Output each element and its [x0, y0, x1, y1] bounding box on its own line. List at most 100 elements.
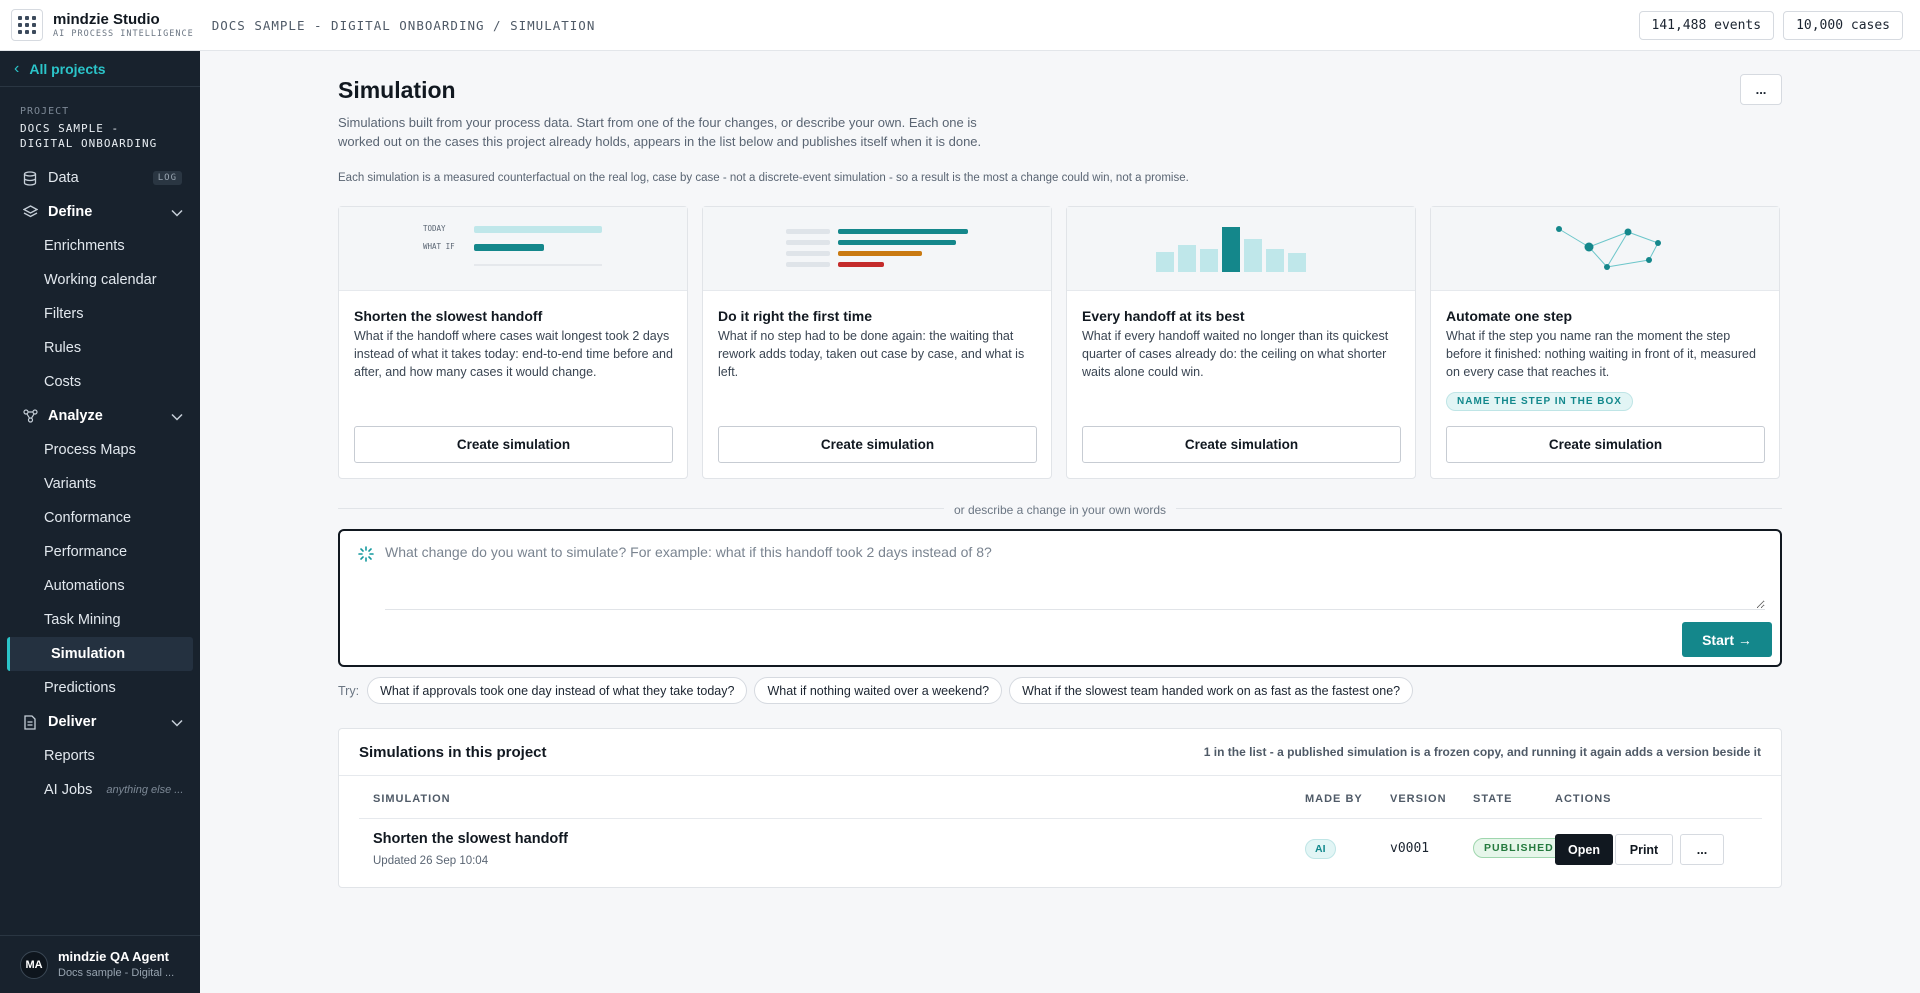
sidebar-item-data[interactable]: Data LOG	[0, 161, 200, 195]
sidebar-item-label: Data	[48, 170, 79, 186]
chevron-down-icon	[171, 205, 183, 220]
sidebar-section-define[interactable]: Define	[0, 195, 200, 229]
database-icon	[22, 170, 38, 186]
breadcrumb: DOCS SAMPLE - DIGITAL ONBOARDING / SIMUL…	[211, 17, 596, 33]
cases-count: 10,000 cases	[1783, 11, 1903, 40]
document-icon	[22, 714, 38, 730]
ai-jobs-hint: anything else ...	[106, 784, 184, 796]
sidebar-item-task-mining[interactable]: Task Mining	[0, 603, 200, 637]
sidebar-item-label: AI Jobs	[44, 782, 93, 798]
top-bar: mindzie Studio AI PROCESS INTELLIGENCE D…	[0, 0, 1920, 51]
chevron-down-icon	[171, 715, 183, 730]
card-description: What if the step you name ran the moment…	[1446, 329, 1756, 379]
all-projects-link[interactable]: ‹ All projects	[0, 51, 200, 87]
sidebar-item-simulation[interactable]: Simulation	[7, 637, 193, 671]
sidebar-section-analyze[interactable]: Analyze	[0, 399, 200, 433]
table-row[interactable]: Shorten the slowest handoff Updated 26 S…	[359, 819, 1762, 879]
sidebar-item-costs[interactable]: Costs	[0, 365, 200, 399]
sidebar-section-deliver[interactable]: Deliver	[0, 705, 200, 739]
app-launcher-button[interactable]	[11, 9, 43, 41]
status-badge: PUBLISHED	[1473, 838, 1565, 858]
try-label: Try:	[338, 683, 360, 698]
suggestion-chip[interactable]: What if nothing waited over a weekend?	[754, 677, 1003, 704]
main-area: Simulation ... Simulations built from yo…	[200, 51, 1920, 993]
project-label: PROJECT	[20, 106, 70, 117]
sidebar-item-enrichments[interactable]: Enrichments	[0, 229, 200, 263]
sidebar-item-ai-jobs[interactable]: AI Jobs anything else ...	[0, 773, 200, 807]
page-title: Simulation	[338, 77, 456, 103]
card-description: What if every handoff waited no longer t…	[1082, 329, 1389, 379]
chevron-down-icon	[171, 409, 183, 424]
brand-name: mindzie Studio	[53, 10, 160, 28]
create-simulation-button[interactable]: Create simulation	[1082, 426, 1401, 463]
chevron-left-icon: ‹	[14, 59, 20, 77]
sidebar-item-reports[interactable]: Reports	[0, 739, 200, 773]
suggestion-chip[interactable]: What if approvals took one day instead o…	[367, 677, 748, 704]
user-profile[interactable]: MA mindzie QA Agent Docs sample - Digita…	[0, 935, 200, 993]
sidebar-item-rules[interactable]: Rules	[0, 331, 200, 365]
template-cards: TODAY WHAT IF Shorten the slowest handof…	[338, 206, 1782, 479]
sidebar-item-variants[interactable]: Variants	[0, 467, 200, 501]
vis-label-what-if: WHAT IF	[423, 242, 455, 251]
user-project: Docs sample - Digital ...	[58, 966, 175, 979]
layers-icon	[22, 205, 38, 219]
brand-tagline: AI PROCESS INTELLIGENCE	[53, 28, 194, 39]
divider-label: or describe a change in your own words	[338, 501, 1782, 519]
create-simulation-button[interactable]: Create simulation	[354, 426, 673, 463]
sidebar-item-conformance[interactable]: Conformance	[0, 501, 200, 535]
all-projects-label: All projects	[29, 60, 106, 77]
process-graph-illustration	[1556, 226, 1661, 270]
histogram-illustration	[1156, 227, 1306, 272]
card-illustration	[1431, 207, 1779, 291]
sidebar-item-performance[interactable]: Performance	[0, 535, 200, 569]
divider-text: or describe a change in your own words	[943, 503, 1177, 517]
card-illustration: TODAY WHAT IF	[339, 207, 687, 291]
card-title: Do it right the first time	[718, 308, 872, 324]
simulation-prompt-input[interactable]	[385, 544, 1765, 610]
column-header-version: VERSION	[1390, 793, 1447, 805]
column-header-actions: ACTIONS	[1555, 793, 1612, 805]
card-description: What if no step had to be done again: th…	[718, 329, 1025, 379]
open-button[interactable]: Open	[1555, 834, 1613, 865]
sidebar-item-predictions[interactable]: Predictions	[0, 671, 200, 705]
simulation-name[interactable]: Shorten the slowest handoff	[373, 831, 568, 847]
version-label: v0001	[1390, 841, 1430, 856]
page-note: Each simulation is a measured counterfac…	[338, 172, 1189, 184]
print-button[interactable]: Print	[1615, 834, 1673, 865]
section-label: Deliver	[48, 714, 97, 730]
page-intro: Simulations built from your process data…	[338, 115, 982, 149]
events-count: 141,488 events	[1638, 11, 1775, 40]
simulations-list-header: Simulations in this project 1 in the lis…	[339, 729, 1781, 776]
start-button[interactable]: Start →	[1682, 622, 1772, 657]
grid-icon	[18, 16, 36, 34]
page-more-button[interactable]: ...	[1740, 74, 1782, 105]
bars-comparison-illustration: TODAY WHAT IF	[423, 224, 602, 266]
row-more-button[interactable]: ...	[1680, 834, 1724, 865]
sidebar-item-filters[interactable]: Filters	[0, 297, 200, 331]
project-name: DOCS SAMPLE - DIGITAL ONBOARDING	[20, 122, 158, 150]
template-card-right-first-time: Do it right the first time What if no st…	[702, 206, 1052, 479]
log-tag: LOG	[152, 171, 182, 185]
card-title: Automate one step	[1446, 308, 1573, 324]
create-simulation-button[interactable]: Create simulation	[1446, 426, 1765, 463]
suggestion-chip[interactable]: What if the slowest team handed work on …	[1009, 677, 1414, 704]
suggestion-row: Try: What if approvals took one day inst…	[338, 677, 1414, 704]
column-header-simulation: SIMULATION	[373, 793, 451, 805]
sidebar-item-automations[interactable]: Automations	[0, 569, 200, 603]
brand[interactable]: mindzie Studio AI PROCESS INTELLIGENCE	[53, 12, 194, 39]
create-simulation-button[interactable]: Create simulation	[718, 426, 1037, 463]
sidebar-item-process-maps[interactable]: Process Maps	[0, 433, 200, 467]
card-title: Shorten the slowest handoff	[354, 308, 543, 324]
simulations-list-meta: 1 in the list - a published simulation i…	[1203, 745, 1761, 759]
simulations-table: SIMULATION MADE BY VERSION STATE ACTIONS…	[359, 776, 1762, 879]
card-title: Every handoff at its best	[1082, 308, 1245, 324]
sidebar-nav: Data LOG Define Enrichments Working cale…	[0, 161, 200, 807]
card-illustration	[1067, 207, 1415, 291]
card-description: What if the handoff where cases wait lon…	[354, 329, 673, 379]
spinner-icon	[358, 546, 374, 567]
simulations-list: Simulations in this project 1 in the lis…	[338, 728, 1782, 888]
template-card-automate-step: Automate one step What if the step you n…	[1430, 206, 1780, 479]
sidebar-item-working-calendar[interactable]: Working calendar	[0, 263, 200, 297]
user-name: mindzie QA Agent	[58, 948, 169, 964]
section-label: Analyze	[48, 408, 103, 424]
